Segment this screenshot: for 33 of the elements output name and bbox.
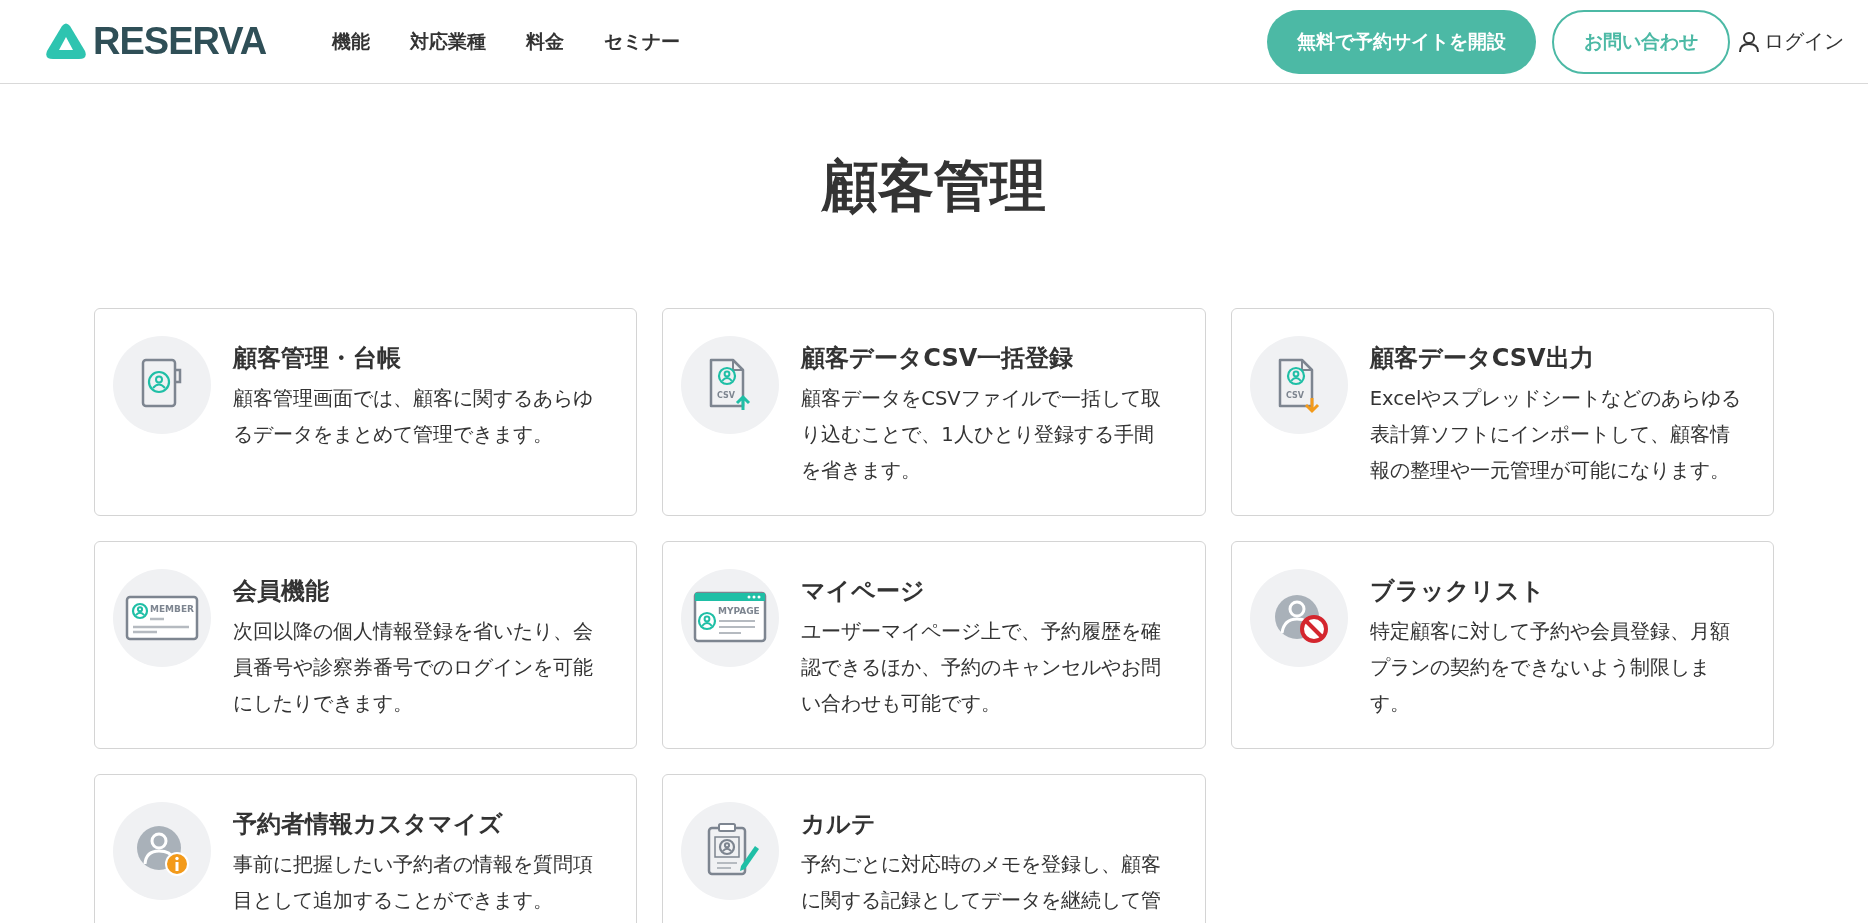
clipboard-pen-icon	[681, 802, 780, 900]
page-title: 顧客管理	[820, 152, 1047, 220]
card-title: マイページ	[801, 576, 927, 607]
nav-link[interactable]: 対応業種	[410, 28, 487, 55]
card-title: 会員機能	[233, 576, 330, 607]
card-title: 予約者情報カスタマイズ	[233, 809, 504, 840]
csv-file-upload-icon: CSV	[681, 336, 780, 434]
nav-link[interactable]: セミナー	[604, 28, 681, 55]
member-card-icon: MEMBER	[113, 569, 211, 667]
nav-link[interactable]: 料金	[526, 28, 565, 55]
user-info-icon	[113, 802, 211, 900]
card-title: 顧客データCSV一括登録	[801, 343, 1075, 374]
card-description: Excelやスプレッドシートなどのあらゆる表計算ソフトにインポートして、顧客情報の整理や一元管理が可能になります。	[1369, 386, 1742, 484]
logo-icon	[45, 22, 87, 61]
user-icon	[1738, 30, 1760, 53]
card-description: 予約ごとに対応時のメモを登録し、顧客に関する記録としてデータを継続して管	[801, 852, 1163, 914]
nav-link[interactable]: 機能	[332, 28, 371, 55]
card-description: 事前に把握したい予約者の情報を質問項目として追加することができます。	[233, 852, 594, 914]
csv-file-download-icon: CSV	[1249, 336, 1348, 434]
card-title: 顧客データCSV出力	[1369, 343, 1595, 374]
binder-icon	[113, 336, 211, 434]
card-description: 特定顧客に対して予約や会員登録、月額プランの契約をできないよう制限します。	[1369, 619, 1731, 717]
logo-text[interactable]: RESERVA	[93, 20, 267, 63]
card-title: ブラックリスト	[1369, 576, 1546, 607]
card-description: ユーザーマイページ上で、予約履歴を確認できるほか、予約のキャンセルやお問い合わせも可能です。	[801, 619, 1163, 717]
card-description: 顧客管理画面では、顧客に関するあらゆるデータをまとめて管理できます。	[233, 386, 594, 448]
card-description: 顧客データをCSVファイルで一括して取り込むことで、1人ひとり登録する手間を省きます。	[801, 386, 1162, 484]
card-title: 顧客管理・台帳	[233, 343, 402, 374]
card-title: カルテ	[801, 809, 878, 840]
card-description: 次回以降の個人情報登録を省いたり、会員番号や診察券番号でのログインを可能にしたりできます。	[233, 619, 594, 717]
blocked-user-icon	[1249, 569, 1348, 667]
web-page-icon: MYPAGE	[681, 569, 780, 667]
login-link[interactable]: ログイン	[1738, 28, 1844, 55]
